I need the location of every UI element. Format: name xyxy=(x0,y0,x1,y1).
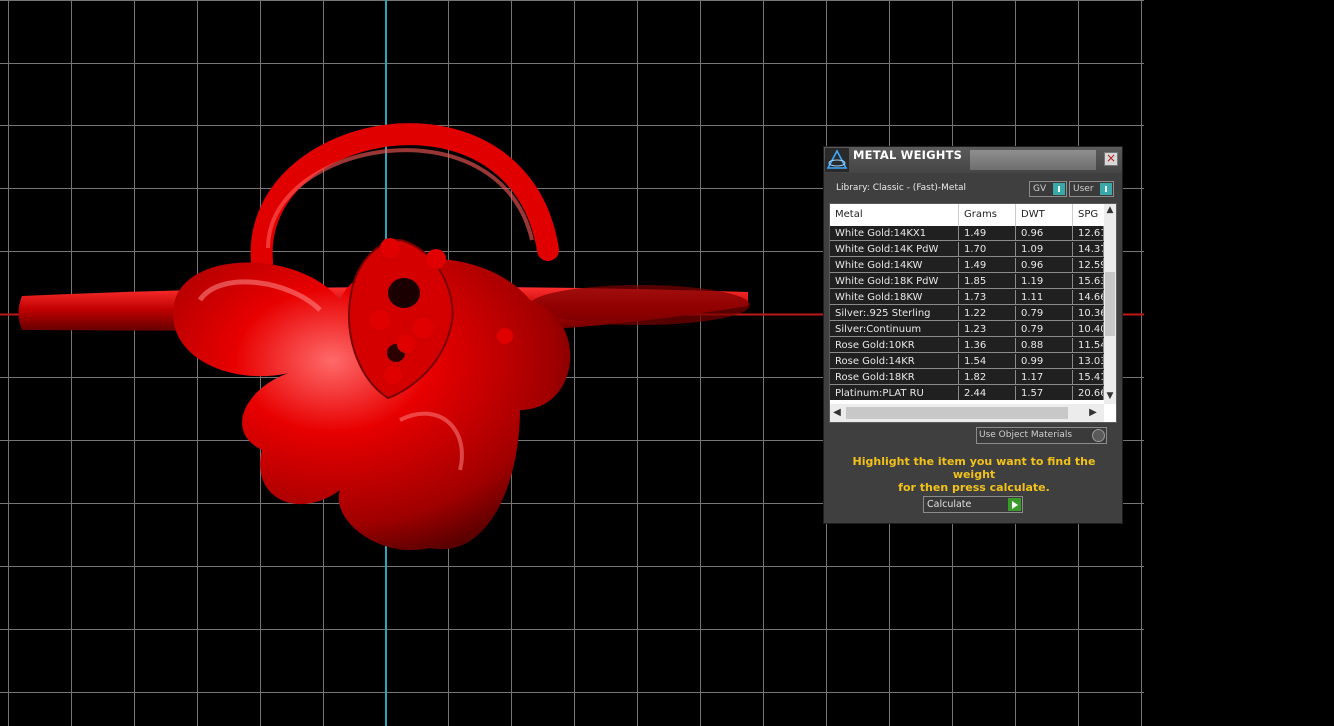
cell-metal: White Gold:14KW xyxy=(830,258,959,273)
chevron-right-icon[interactable]: ▶ xyxy=(1087,406,1099,420)
chevron-left-icon[interactable]: ◀ xyxy=(831,406,843,420)
cell-dwt: 1.09 xyxy=(1016,242,1073,257)
horizontal-scrollbar[interactable]: ◀ ▶ xyxy=(830,404,1104,422)
cell-grams: 1.82 xyxy=(959,370,1016,385)
gv-toggle[interactable]: GV xyxy=(1029,181,1067,197)
horizontal-scroll-thumb[interactable] xyxy=(846,407,1068,419)
use-object-materials-toggle[interactable]: Use Object Materials xyxy=(976,427,1107,444)
table-row[interactable]: Silver:.925 Sterling 1.22 0.79 10.36 xyxy=(830,306,1104,322)
table-row[interactable]: White Gold:14K PdW 1.70 1.09 14.37 xyxy=(830,242,1104,258)
cell-metal: Rose Gold:14KR xyxy=(830,354,959,369)
cell-spg: 13.03 xyxy=(1073,354,1104,369)
calculate-label: Calculate xyxy=(927,499,972,510)
toggle-indicator-icon xyxy=(1053,183,1065,195)
use-object-materials-label: Use Object Materials xyxy=(979,430,1073,440)
matrix-logo-icon xyxy=(825,148,849,172)
cell-metal: Rose Gold:18KR xyxy=(830,370,959,385)
panel-title: METAL WEIGHTS xyxy=(853,148,963,162)
cell-dwt: 0.88 xyxy=(1016,338,1073,353)
close-icon[interactable]: × xyxy=(1104,152,1118,166)
cell-spg: 14.37 xyxy=(1073,242,1104,257)
instruction-line-2: for then press calculate. xyxy=(898,481,1050,494)
table-row[interactable]: White Gold:14KX1 1.49 0.96 12.61 xyxy=(830,226,1104,242)
empty-side-area xyxy=(1144,0,1334,726)
table-row[interactable]: Rose Gold:14KR 1.54 0.99 13.03 xyxy=(830,354,1104,370)
cell-grams: 1.70 xyxy=(959,242,1016,257)
table-rows: White Gold:14KX1 1.49 0.96 12.61 White G… xyxy=(830,226,1104,400)
cell-spg: 12.61 xyxy=(1073,226,1104,241)
cell-spg: 14.66 xyxy=(1073,290,1104,305)
table-row[interactable]: White Gold:18KW 1.73 1.11 14.66 xyxy=(830,290,1104,306)
vertical-scroll-thumb[interactable] xyxy=(1105,272,1115,336)
cell-grams: 1.73 xyxy=(959,290,1016,305)
metal-weights-panel: METAL WEIGHTS × Library: Classic - (Fast… xyxy=(823,146,1123,524)
table-row[interactable]: Platinum:PLAT RU 2.44 1.57 20.66 xyxy=(830,386,1104,400)
column-header-spg[interactable]: SPG xyxy=(1073,204,1104,226)
cell-metal: White Gold:14K PdW xyxy=(830,242,959,257)
user-toggle[interactable]: User xyxy=(1069,181,1114,197)
radio-knob-icon xyxy=(1092,429,1105,442)
instruction-line-1: Highlight the item you want to find the … xyxy=(852,455,1096,481)
play-icon xyxy=(1008,498,1021,511)
cell-grams: 1.22 xyxy=(959,306,1016,321)
cell-grams: 1.85 xyxy=(959,274,1016,289)
gv-toggle-label: GV xyxy=(1033,184,1047,194)
cell-metal: White Gold:18KW xyxy=(830,290,959,305)
cell-spg: 11.54 xyxy=(1073,338,1104,353)
table-row[interactable]: Rose Gold:18KR 1.82 1.17 15.41 xyxy=(830,370,1104,386)
cell-metal: White Gold:14KX1 xyxy=(830,226,959,241)
metal-table: Metal Grams DWT SPG White Gold:14KX1 1.4… xyxy=(829,203,1117,423)
user-toggle-label: User xyxy=(1073,184,1094,194)
table-header: Metal Grams DWT SPG xyxy=(830,204,1104,226)
library-label: Library: Classic - (Fast)-Metal xyxy=(836,183,967,193)
cell-dwt: 1.17 xyxy=(1016,370,1073,385)
cell-grams: 1.54 xyxy=(959,354,1016,369)
title-bar-drag-handle[interactable] xyxy=(970,150,1096,170)
column-header-grams[interactable]: Grams xyxy=(959,204,1016,226)
column-header-dwt[interactable]: DWT xyxy=(1016,204,1073,226)
cell-metal: White Gold:18K PdW xyxy=(830,274,959,289)
cell-grams: 2.44 xyxy=(959,386,1016,400)
cell-grams: 1.49 xyxy=(959,226,1016,241)
chevron-up-icon[interactable]: ▲ xyxy=(1104,204,1116,216)
cell-spg: 12.59 xyxy=(1073,258,1104,273)
cell-dwt: 1.57 xyxy=(1016,386,1073,400)
cell-dwt: 1.19 xyxy=(1016,274,1073,289)
calculate-button[interactable]: Calculate xyxy=(923,496,1023,513)
toggle-indicator-icon xyxy=(1100,183,1112,195)
cell-metal: Silver:.925 Sterling xyxy=(830,306,959,321)
cell-spg: 15.63 xyxy=(1073,274,1104,289)
chevron-down-icon[interactable]: ▼ xyxy=(1104,390,1116,402)
cell-metal: Silver:Continuum xyxy=(830,322,959,337)
cell-dwt: 0.96 xyxy=(1016,226,1073,241)
table-row[interactable]: White Gold:18K PdW 1.85 1.19 15.63 xyxy=(830,274,1104,290)
column-header-metal[interactable]: Metal xyxy=(830,204,959,226)
table-row[interactable]: Rose Gold:10KR 1.36 0.88 11.54 xyxy=(830,338,1104,354)
cell-spg: 10.40 xyxy=(1073,322,1104,337)
cell-grams: 1.23 xyxy=(959,322,1016,337)
cell-dwt: 0.96 xyxy=(1016,258,1073,273)
cell-metal: Platinum:PLAT RU xyxy=(830,386,959,400)
cell-spg: 10.36 xyxy=(1073,306,1104,321)
cell-grams: 1.36 xyxy=(959,338,1016,353)
cell-dwt: 1.11 xyxy=(1016,290,1073,305)
cell-grams: 1.49 xyxy=(959,258,1016,273)
cell-spg: 20.66 xyxy=(1073,386,1104,400)
cell-metal: Rose Gold:10KR xyxy=(830,338,959,353)
table-row[interactable]: White Gold:14KW 1.49 0.96 12.59 xyxy=(830,258,1104,274)
cell-dwt: 0.99 xyxy=(1016,354,1073,369)
instruction-text: Highlight the item you want to find the … xyxy=(834,455,1114,494)
cell-spg: 15.41 xyxy=(1073,370,1104,385)
table-row[interactable]: Silver:Continuum 1.23 0.79 10.40 xyxy=(830,322,1104,338)
cell-dwt: 0.79 xyxy=(1016,306,1073,321)
vertical-scrollbar[interactable]: ▲ ▼ xyxy=(1104,204,1116,404)
cell-dwt: 0.79 xyxy=(1016,322,1073,337)
